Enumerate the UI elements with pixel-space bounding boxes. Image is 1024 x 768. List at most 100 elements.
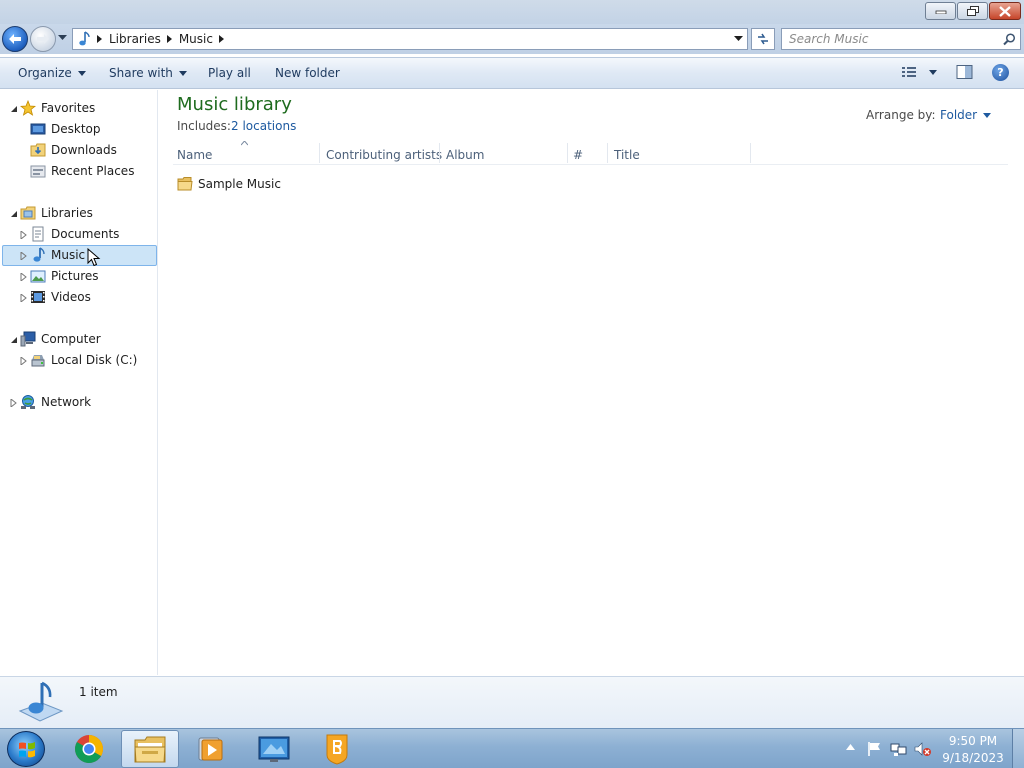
breadcrumb-separator-icon[interactable] bbox=[166, 35, 172, 43]
includes-locations-link[interactable]: 2 locations bbox=[231, 119, 296, 133]
column-divider[interactable] bbox=[750, 143, 751, 163]
desktop-icon bbox=[30, 123, 46, 135]
column-title[interactable]: Title bbox=[614, 148, 640, 162]
column-album[interactable]: Album bbox=[446, 148, 484, 162]
nav-music[interactable]: Music bbox=[30, 245, 85, 265]
collapse-arrow-icon[interactable] bbox=[10, 336, 18, 344]
back-button[interactable] bbox=[2, 26, 28, 52]
taskbar-chrome[interactable] bbox=[60, 730, 118, 768]
nav-videos[interactable]: Videos bbox=[30, 287, 91, 307]
nav-downloads[interactable]: Downloads bbox=[30, 140, 117, 160]
title-bar bbox=[0, 0, 1024, 24]
nav-recent-places[interactable]: Recent Places bbox=[30, 161, 134, 181]
expand-arrow-icon[interactable] bbox=[10, 399, 18, 407]
volume-muted-icon[interactable] bbox=[914, 741, 932, 757]
clock-time[interactable]: 9:50 PM bbox=[940, 734, 1006, 748]
search-icon[interactable] bbox=[1003, 33, 1016, 46]
nav-network[interactable]: Network bbox=[20, 392, 91, 412]
taskbar: 9:50 PM 9/18/2023 bbox=[0, 728, 1024, 768]
start-button[interactable] bbox=[7, 731, 45, 767]
arrange-by-dropdown[interactable]: Folder bbox=[940, 108, 992, 122]
network-status-icon[interactable] bbox=[890, 741, 908, 757]
expand-arrow-icon[interactable] bbox=[20, 294, 28, 302]
breadcrumb-separator-icon[interactable] bbox=[218, 35, 224, 43]
command-bar: Organize Share with Play all New folder … bbox=[0, 57, 1024, 89]
show-hidden-icons-icon[interactable] bbox=[846, 744, 855, 750]
address-field[interactable]: Libraries Music bbox=[72, 28, 748, 50]
forward-button[interactable] bbox=[30, 26, 56, 52]
organize-button[interactable]: Organize bbox=[18, 66, 86, 80]
libraries-icon bbox=[20, 206, 36, 220]
nav-documents-label: Documents bbox=[51, 227, 120, 241]
breadcrumb-music[interactable]: Music bbox=[179, 32, 213, 46]
music-note-icon bbox=[33, 247, 45, 262]
windows-logo-icon bbox=[19, 742, 35, 758]
column-divider[interactable] bbox=[567, 143, 568, 163]
help-icon[interactable]: ? bbox=[992, 64, 1009, 81]
nav-computer[interactable]: Computer bbox=[20, 329, 101, 349]
taskbar-media-player[interactable] bbox=[182, 730, 240, 768]
breadcrumb-libraries[interactable]: Libraries bbox=[109, 32, 161, 46]
nav-music-label: Music bbox=[51, 248, 86, 262]
minimize-button[interactable] bbox=[925, 2, 956, 20]
play-all-button[interactable]: Play all bbox=[208, 66, 251, 80]
search-input[interactable] bbox=[789, 32, 999, 46]
column-header: Name Contributing artists Album # Title bbox=[173, 141, 1008, 165]
column-track-number[interactable]: # bbox=[573, 148, 583, 162]
column-divider[interactable] bbox=[607, 143, 608, 163]
column-divider[interactable] bbox=[319, 143, 320, 163]
item-count: 1 item bbox=[79, 685, 118, 699]
nav-downloads-label: Downloads bbox=[51, 143, 117, 157]
address-dropdown-icon[interactable] bbox=[734, 36, 743, 42]
taskbar-remote-desktop[interactable] bbox=[245, 730, 303, 768]
nav-documents[interactable]: Documents bbox=[30, 224, 119, 244]
new-folder-button[interactable]: New folder bbox=[275, 66, 340, 80]
expand-arrow-icon[interactable] bbox=[20, 273, 28, 281]
collapse-arrow-icon[interactable] bbox=[10, 105, 18, 113]
search-box[interactable] bbox=[781, 28, 1021, 50]
column-contributing-artists[interactable]: Contributing artists bbox=[326, 148, 442, 162]
expand-arrow-icon[interactable] bbox=[20, 357, 28, 365]
share-with-button[interactable]: Share with bbox=[109, 66, 187, 80]
nav-local-disk[interactable]: Local Disk (C:) bbox=[30, 350, 137, 370]
mouse-cursor-icon bbox=[87, 248, 101, 267]
column-name[interactable]: Name bbox=[177, 148, 212, 162]
action-center-flag-icon[interactable] bbox=[866, 741, 882, 757]
nav-pictures[interactable]: Pictures bbox=[30, 266, 99, 286]
nav-favorites[interactable]: Favorites bbox=[20, 98, 95, 118]
expand-arrow-icon[interactable] bbox=[20, 231, 28, 239]
nav-desktop[interactable]: Desktop bbox=[30, 119, 101, 139]
hard-disk-icon bbox=[31, 355, 45, 367]
refresh-button[interactable] bbox=[751, 28, 775, 50]
clock-date[interactable]: 9/18/2023 bbox=[940, 751, 1006, 765]
collapse-arrow-icon[interactable] bbox=[10, 210, 18, 218]
taskbar-explorer[interactable] bbox=[121, 730, 179, 768]
pictures-icon bbox=[30, 270, 46, 283]
media-player-icon bbox=[198, 737, 223, 761]
videos-icon bbox=[31, 291, 45, 303]
minimize-icon bbox=[935, 10, 946, 14]
nav-libraries[interactable]: Libraries bbox=[20, 203, 93, 223]
taskbar-app[interactable] bbox=[308, 730, 366, 768]
nav-recent-places-label: Recent Places bbox=[51, 164, 135, 178]
nav-local-disk-label: Local Disk (C:) bbox=[51, 353, 138, 367]
documents-icon bbox=[32, 226, 44, 242]
restore-button[interactable] bbox=[957, 2, 988, 20]
organize-label: Organize bbox=[18, 66, 72, 80]
change-view-button[interactable] bbox=[901, 65, 937, 79]
preview-pane-icon[interactable] bbox=[956, 64, 974, 81]
forward-arrow-icon bbox=[37, 34, 49, 44]
chevron-down-icon bbox=[983, 112, 992, 118]
close-button[interactable] bbox=[989, 2, 1021, 20]
nav-computer-label: Computer bbox=[41, 332, 101, 346]
music-library-large-icon bbox=[18, 681, 64, 722]
show-desktop-button[interactable] bbox=[1012, 729, 1024, 768]
back-arrow-icon bbox=[9, 34, 21, 44]
recent-pages-dropdown-icon[interactable] bbox=[58, 35, 67, 41]
column-divider[interactable] bbox=[439, 143, 440, 163]
close-icon bbox=[999, 5, 1011, 17]
breadcrumb-separator-icon[interactable] bbox=[97, 35, 102, 43]
expand-arrow-icon[interactable] bbox=[20, 252, 28, 260]
list-item[interactable]: Sample Music bbox=[173, 174, 281, 194]
music-note-icon bbox=[79, 31, 90, 46]
